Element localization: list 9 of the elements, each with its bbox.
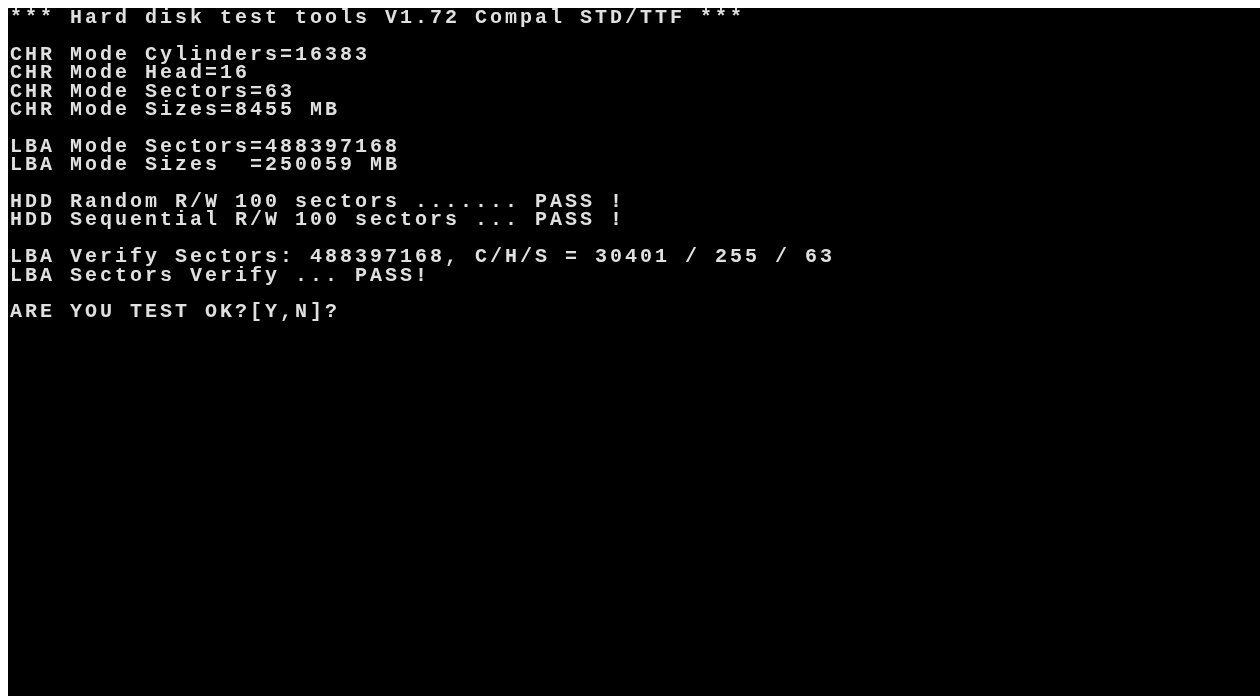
console-line: LBA Mode Sizes =250059 MB [10,156,401,175]
console-line: CHR Mode Sectors=63 [10,82,296,101]
console-line: LBA Sectors Verify ... PASS! [10,266,431,286]
console-line: CHR Mode Sizes=8455 MB [10,101,341,120]
console-line: CHR Mode Head=16 [10,64,251,83]
console-line: *** Hard disk test tools V1.72 Compal STD/TTF *** [10,9,746,28]
console-line: LBA Verify Sectors: 488397168, C/H/S = 30401 / 255 / 63 [10,248,836,267]
console-line: ARE YOU TEST OK?[Y,N]? [10,303,341,322]
console-line: HDD Sequential R/W 100 sectors ... PASS ! [10,211,626,230]
